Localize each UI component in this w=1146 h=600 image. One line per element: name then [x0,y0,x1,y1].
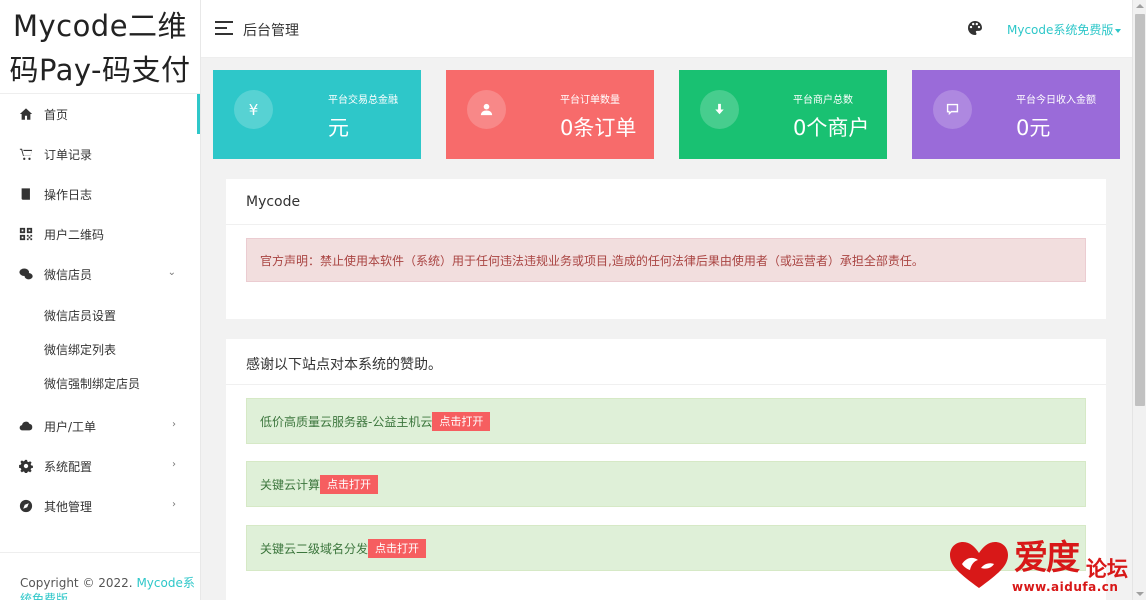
brand-line-1: Mycode二维 [12,9,188,43]
yen-icon: ¥ [234,90,273,129]
sidebar: Mycode二维 码Pay-码支付 首页 订单记录 操作日志 用户二维码 微信店… [0,0,201,600]
watermark-url: www.aidufa.cn [1012,580,1119,594]
message-icon [933,90,972,129]
stat-value: 0个商户 [793,116,870,140]
user-menu-label: Mycode系统免费版 [1007,23,1114,37]
sidebar-item-label: 操作日志 [44,187,93,202]
sidebar-footer: Copyright © 2022. Mycode系统免费版 [0,552,200,600]
stat-card-merchant-count: 平台商户总数 0个商户 [679,70,887,159]
watermark-title: 爱度 [1014,538,1080,578]
sponsor-name: 关键云计算 [260,477,321,492]
sidebar-item-label: 微信店员 [44,267,93,282]
heart-logo-icon [950,542,1008,588]
sidebar-item-label: 用户二维码 [44,227,105,242]
site-watermark-logo: 爱度 论坛 www.aidufa.cn [948,536,1138,600]
panel-title: 感谢以下站点对本系统的赞助。 [226,339,1106,385]
book-icon [18,187,33,202]
chevron-right-icon: › [172,419,176,430]
download-icon [700,90,739,129]
sidebar-item-orders[interactable]: 订单记录 [0,134,200,174]
panel-title: Mycode [226,179,1106,225]
legal-disclaimer-alert: 官方声明：禁止使用本软件（系统）用于任何违法违规业务或项目,造成的任何法律后果由… [246,238,1086,282]
watermark-subtitle: 论坛 [1086,557,1128,581]
palette-icon[interactable] [967,20,983,36]
stat-label: 平台交易总金融 [328,95,398,106]
sidebar-item-label: 订单记录 [44,147,93,162]
wechat-icon [18,267,33,282]
sidebar-item-other[interactable]: 其他管理 › [0,486,200,526]
sidebar-item-label: 用户/工单 [44,419,97,434]
scrollbar-thumb[interactable] [1135,14,1145,406]
open-sponsor-button[interactable]: 点击打开 [320,474,379,494]
sidebar-item-label: 首页 [44,107,69,122]
chevron-down-icon: ⌄ [167,267,176,278]
sidebar-item-wechat[interactable]: 微信店员 ⌄ [0,254,200,294]
sponsor-name: 关键云二级域名分发 [260,541,369,556]
sidebar-item-label: 系统配置 [44,459,93,474]
stat-card-total-amount: ¥ 平台交易总金融 元 [213,70,421,159]
brand-line-2: 码Pay-码支付 [9,53,191,87]
sidebar-item-logs[interactable]: 操作日志 [0,174,200,214]
stat-value: 0元 [1016,116,1051,140]
sidebar-item-users[interactable]: 用户/工单 › [0,406,200,446]
chevron-right-icon: › [172,459,176,470]
submenu-item-wechat-bind-list[interactable]: 微信绑定列表 [0,332,200,366]
notice-panel: Mycode 官方声明：禁止使用本软件（系统）用于任何违法违规业务或项目,造成的… [226,179,1106,319]
scroll-up-arrow-icon[interactable] [1136,4,1144,8]
sidebar-nav-more: 用户/工单 › 系统配置 › 其他管理 › [0,406,200,526]
sidebar-item-home[interactable]: 首页 [0,94,200,134]
stat-label: 平台商户总数 [793,95,853,106]
sponsor-name: 低价高质量云服务器-公益主机云 [260,414,433,429]
open-sponsor-button[interactable]: 点击打开 [368,538,427,558]
wechat-submenu: 微信店员设置 微信绑定列表 微信强制绑定店员 [0,294,200,406]
sponsor-item: 关键云计算 点击打开 [246,461,1086,507]
stat-label: 平台订单数量 [560,95,620,106]
menu-toggle-icon[interactable] [215,21,233,37]
cloud-icon [18,419,33,434]
stat-value: 元 [328,116,349,140]
sidebar-nav: 首页 订单记录 操作日志 用户二维码 微信店员 ⌄ [0,94,200,294]
page-scrollbar[interactable] [1132,0,1146,600]
sidebar-item-label: 其他管理 [44,499,93,514]
sidebar-item-settings[interactable]: 系统配置 › [0,446,200,486]
stat-card-today-income: 平台今日收入金额 0元 [912,70,1120,159]
cart-icon [18,147,33,162]
stat-value: 0条订单 [560,116,637,140]
qrcode-icon [18,227,33,242]
sidebar-item-qrcode[interactable]: 用户二维码 [0,214,200,254]
page-title: 后台管理 [243,23,299,39]
user-menu-dropdown[interactable]: Mycode系统免费版 [1007,21,1122,38]
home-icon [18,107,33,122]
chevron-right-icon: › [172,499,176,510]
gear-icon [18,459,33,474]
open-sponsor-button[interactable]: 点击打开 [432,411,491,431]
submenu-item-wechat-settings[interactable]: 微信店员设置 [0,298,200,332]
compass-icon [18,499,33,514]
sponsor-item: 低价高质量云服务器-公益主机云 点击打开 [246,398,1086,444]
copyright-text: Copyright © 2022. [20,576,137,590]
user-icon [467,90,506,129]
brand-logo[interactable]: Mycode二维 码Pay-码支付 [0,0,200,94]
caret-down-icon [1115,28,1122,33]
top-bar: 后台管理 Mycode系统免费版 [201,0,1132,58]
stat-card-order-count: 平台订单数量 0条订单 [446,70,654,159]
stat-label: 平台今日收入金额 [1016,95,1096,106]
submenu-item-wechat-force-bind[interactable]: 微信强制绑定店员 [0,366,200,400]
